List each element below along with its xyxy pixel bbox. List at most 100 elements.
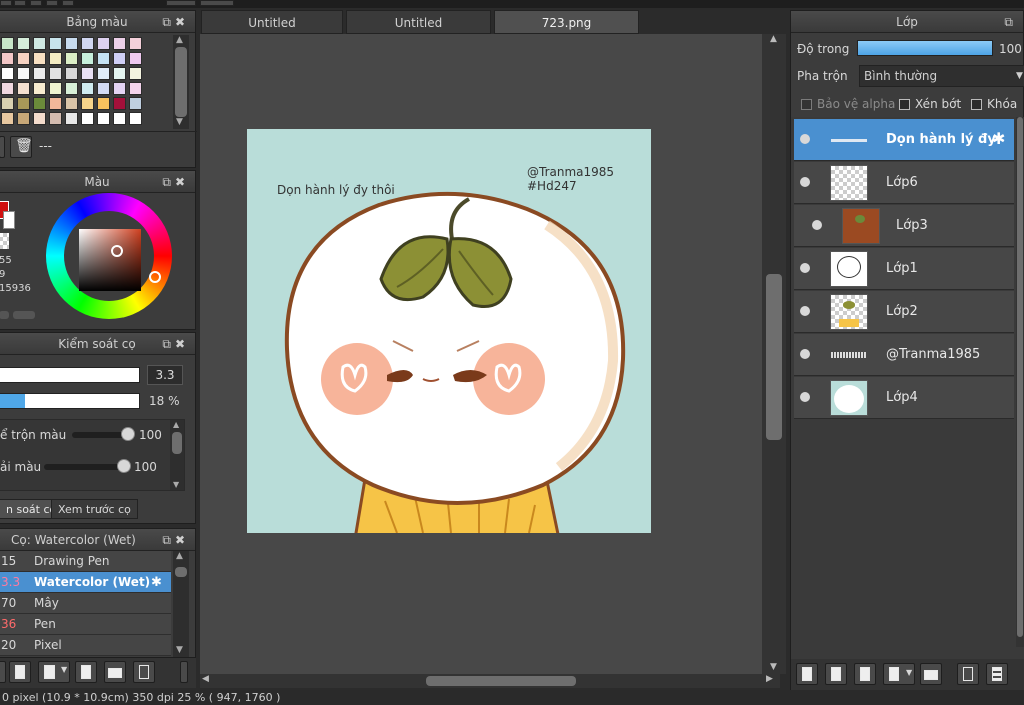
color-swatch[interactable] xyxy=(17,82,30,95)
palette-scrollbar[interactable]: ▲ ▼ xyxy=(173,35,189,129)
color-swatch[interactable] xyxy=(129,112,142,125)
brush-item[interactable]: 70 Mây xyxy=(0,593,171,614)
tab-brush-preview[interactable]: Xem trước cọ xyxy=(51,499,138,519)
color-swatch[interactable] xyxy=(129,67,142,80)
layer-folder-button[interactable] xyxy=(920,663,942,685)
duplicate-layer-button[interactable] xyxy=(957,663,979,685)
canvas-vscroll-thumb[interactable] xyxy=(766,274,782,440)
popout-icon[interactable]: ⧉ xyxy=(162,175,175,189)
color-swatch[interactable] xyxy=(81,97,94,110)
layer-item[interactable]: Lớp6 xyxy=(794,162,1014,204)
clip-checkbox[interactable] xyxy=(899,99,910,110)
color-swatch[interactable] xyxy=(17,112,30,125)
color-swatch[interactable] xyxy=(65,52,78,65)
brush-item[interactable]: 15 Drawing Pen xyxy=(0,551,171,572)
visibility-icon[interactable] xyxy=(800,392,810,402)
color-swatch[interactable] xyxy=(49,82,62,95)
layer-item-clipped[interactable]: Lớp3 xyxy=(794,205,1014,247)
scroll-down-icon[interactable]: ▼ xyxy=(770,662,777,672)
brush-folder-button[interactable] xyxy=(104,661,126,683)
brush-type-dropdown[interactable]: ▼ xyxy=(38,661,70,683)
color-swatch[interactable] xyxy=(97,82,110,95)
color-swatch[interactable] xyxy=(33,37,46,50)
tab-document-2[interactable]: Untitled xyxy=(346,10,491,34)
visibility-icon[interactable] xyxy=(800,134,810,144)
color-swatch[interactable] xyxy=(65,82,78,95)
brush-list-scroll-thumb[interactable] xyxy=(175,567,187,577)
scroll-left-icon[interactable]: ◀ xyxy=(202,674,209,684)
scroll-up-icon[interactable]: ▲ xyxy=(770,34,777,44)
brush-size-slider[interactable] xyxy=(0,367,140,383)
visibility-icon[interactable] xyxy=(800,306,810,316)
scroll-up-icon[interactable]: ▲ xyxy=(176,35,183,45)
layer-scroll-thumb[interactable] xyxy=(1017,117,1023,637)
color-mode-button[interactable] xyxy=(13,311,35,319)
brush-list-scrollbar[interactable]: ▲ ▼ xyxy=(173,551,189,657)
color-swatch[interactable] xyxy=(1,97,14,110)
mix-slider-knob[interactable] xyxy=(121,427,135,441)
new-1bit-layer-button[interactable] xyxy=(854,663,876,685)
toolbar-button[interactable] xyxy=(62,0,74,6)
layer-item[interactable]: Lớp1 xyxy=(794,248,1014,290)
new-brush-button[interactable] xyxy=(9,661,31,683)
color-swatch[interactable] xyxy=(129,37,142,50)
close-icon[interactable]: ✖ xyxy=(175,15,189,29)
scroll-down-icon[interactable]: ▼ xyxy=(176,117,183,127)
color-swatch[interactable] xyxy=(33,67,46,80)
delete-swatch-button[interactable]: 🗑 xyxy=(10,136,33,158)
visibility-icon[interactable] xyxy=(812,220,822,230)
popout-icon[interactable]: ⧉ xyxy=(1004,15,1017,29)
add-swatch-button[interactable] xyxy=(0,136,5,158)
color-swatch[interactable] xyxy=(97,97,110,110)
sv-picker-handle[interactable] xyxy=(111,245,123,257)
tab-document-1[interactable]: Untitled xyxy=(201,10,343,34)
hue-picker-handle[interactable] xyxy=(149,271,161,283)
transparent-swatch[interactable] xyxy=(0,233,9,249)
canvas-vertical-scrollbar[interactable]: ▲ ▼ xyxy=(762,34,786,674)
color-swatch[interactable] xyxy=(49,67,62,80)
params-scrollbar[interactable]: ▲ ▼ xyxy=(170,420,184,490)
scroll-right-icon[interactable]: ▶ xyxy=(766,674,773,684)
color-swatch[interactable] xyxy=(1,82,14,95)
visibility-icon[interactable] xyxy=(800,263,810,273)
color-swatch[interactable] xyxy=(97,37,110,50)
close-icon[interactable]: ✖ xyxy=(175,175,189,189)
scroll-up-icon[interactable]: ▲ xyxy=(176,551,183,561)
new-layer-button[interactable] xyxy=(796,663,818,685)
params-scroll-thumb[interactable] xyxy=(172,432,182,454)
color-swatch[interactable] xyxy=(33,82,46,95)
toolbar-button[interactable] xyxy=(14,0,26,6)
lock-checkbox[interactable] xyxy=(971,99,982,110)
color-swatch[interactable] xyxy=(65,112,78,125)
mix-slider[interactable] xyxy=(72,427,135,441)
layer-list-scrollbar[interactable] xyxy=(1016,117,1024,647)
color-swatch[interactable] xyxy=(81,37,94,50)
popout-icon[interactable]: ⧉ xyxy=(162,337,175,351)
color-swatch[interactable] xyxy=(49,97,62,110)
color-swatch[interactable] xyxy=(1,37,14,50)
toolbar-button[interactable] xyxy=(166,0,196,6)
color-swatch[interactable] xyxy=(17,52,30,65)
popout-icon[interactable]: ⧉ xyxy=(162,533,175,547)
color-swatch[interactable] xyxy=(17,67,30,80)
color-swatch[interactable] xyxy=(49,37,62,50)
toolbar-button[interactable] xyxy=(200,0,234,6)
color-swatch[interactable] xyxy=(97,67,110,80)
color-swatch[interactable] xyxy=(97,52,110,65)
tab-document-active[interactable]: 723.png xyxy=(494,10,639,34)
protect-alpha-checkbox[interactable] xyxy=(801,99,812,110)
color-swatch[interactable] xyxy=(33,112,46,125)
color-swatch[interactable] xyxy=(113,82,126,95)
brush-opacity-slider[interactable] xyxy=(0,393,140,409)
color-swatch[interactable] xyxy=(113,52,126,65)
popout-icon[interactable]: ⧉ xyxy=(162,15,175,29)
palette-scroll-thumb[interactable] xyxy=(175,47,187,117)
color-swatch[interactable] xyxy=(17,97,30,110)
close-icon[interactable]: ✖ xyxy=(175,337,189,351)
color-swatch[interactable] xyxy=(129,52,142,65)
layer-item[interactable]: Lớp2 xyxy=(794,291,1014,333)
toolbar-button[interactable] xyxy=(0,0,12,6)
canvas-viewport[interactable]: Dọn hành lý đy thôi @Tranma1985 #Hd247 xyxy=(200,34,762,674)
new-halftone-layer-button[interactable] xyxy=(825,663,847,685)
duplicate-brush-button[interactable] xyxy=(133,661,155,683)
